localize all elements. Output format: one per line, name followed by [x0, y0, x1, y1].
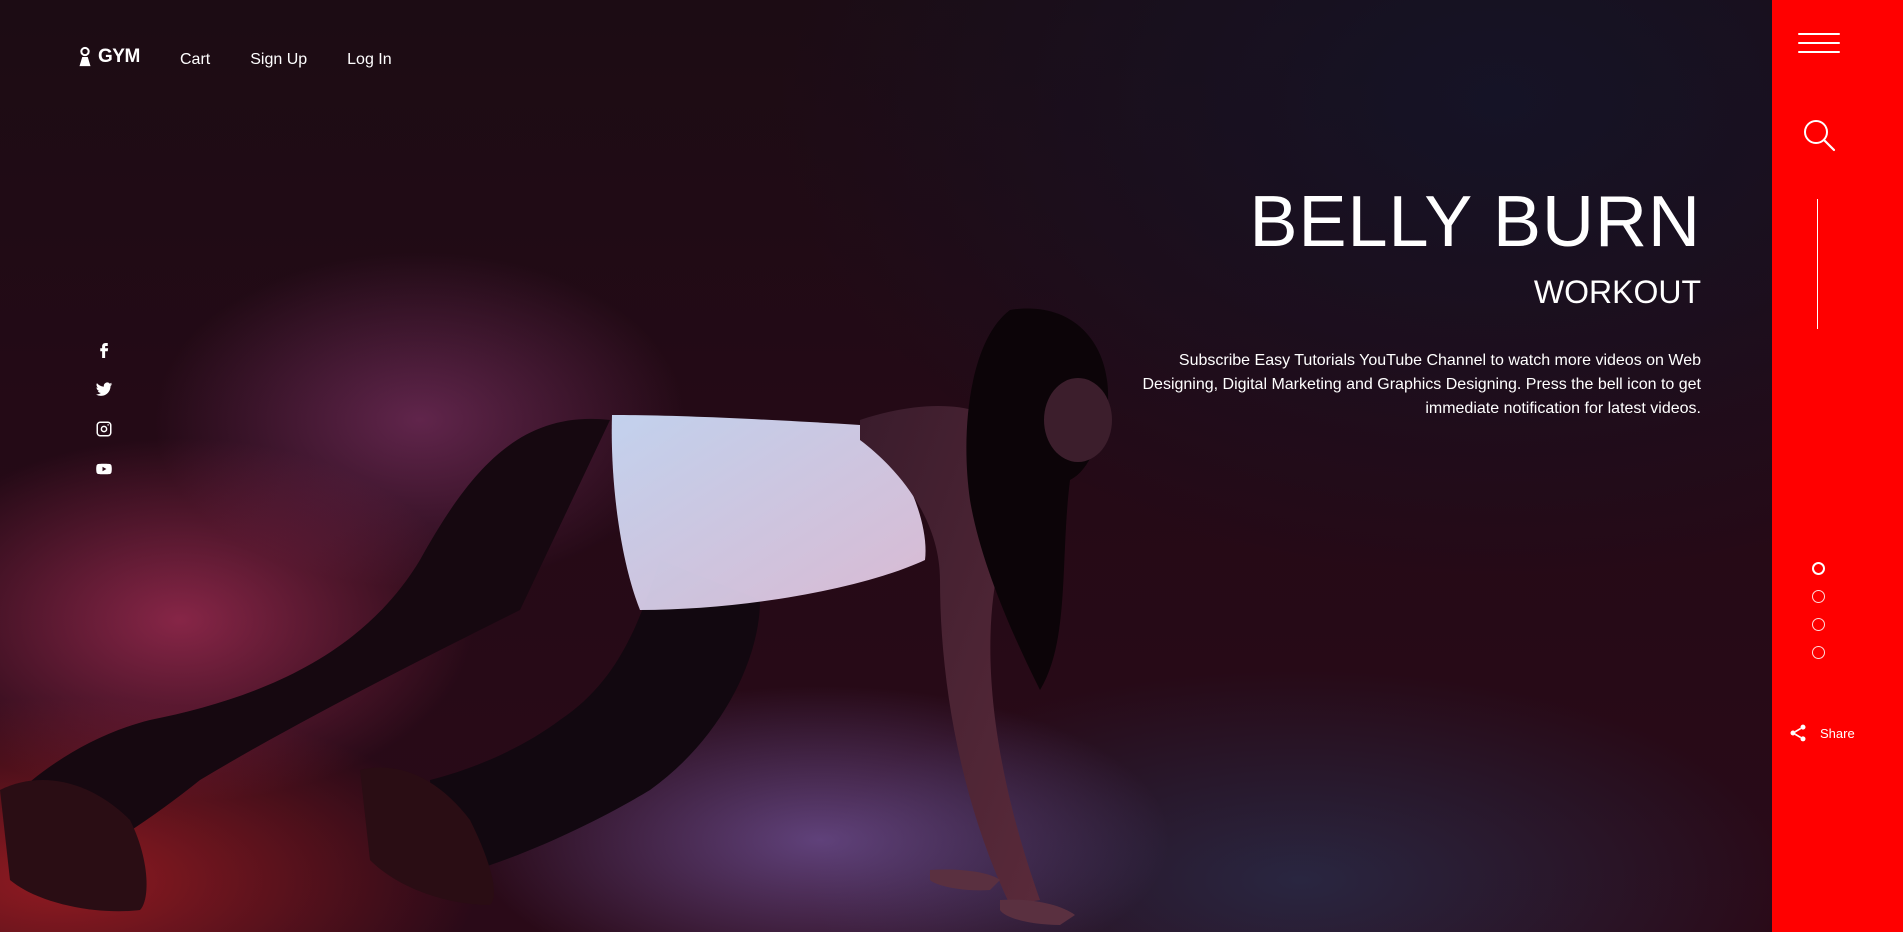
main-nav: Cart Sign Up Log In: [180, 51, 392, 69]
instagram-icon[interactable]: [94, 420, 114, 438]
gym-logo[interactable]: GYM: [74, 46, 140, 68]
slide-dot-1[interactable]: [1812, 562, 1825, 575]
share-icon: [1790, 724, 1806, 742]
hero-content: BELLY BURN WORKOUT Subscribe Easy Tutori…: [1141, 182, 1701, 421]
logo-text: GYM: [98, 46, 140, 67]
nav-login-link[interactable]: Log In: [347, 51, 391, 69]
right-sidebar: Share: [1772, 0, 1903, 932]
slide-dot-2[interactable]: [1812, 590, 1825, 603]
share-button[interactable]: Share: [1788, 723, 1855, 743]
hero-title: BELLY BURN: [1249, 182, 1701, 262]
nav-signup-link[interactable]: Sign Up: [250, 51, 307, 69]
nav-cart-link[interactable]: Cart: [180, 51, 210, 69]
search-icon[interactable]: [1802, 118, 1836, 152]
dumbbell-person-icon: [79, 46, 91, 67]
athlete-image: [0, 308, 1112, 925]
hero-subtitle: WORKOUT: [1533, 274, 1701, 310]
sidebar-divider: [1817, 199, 1818, 329]
hero-background: [0, 0, 1772, 932]
twitter-icon[interactable]: [94, 380, 114, 398]
slide-dot-4[interactable]: [1812, 646, 1825, 659]
social-links: [94, 340, 114, 478]
youtube-icon[interactable]: [94, 460, 114, 478]
slide-indicators: [1812, 562, 1825, 659]
hero-description: Subscribe Easy Tutorials YouTube Channel…: [1142, 352, 1701, 417]
share-label: Share: [1820, 725, 1855, 741]
facebook-icon[interactable]: [94, 340, 114, 358]
hamburger-menu-icon[interactable]: [1798, 33, 1840, 55]
slide-dot-3[interactable]: [1812, 618, 1825, 631]
